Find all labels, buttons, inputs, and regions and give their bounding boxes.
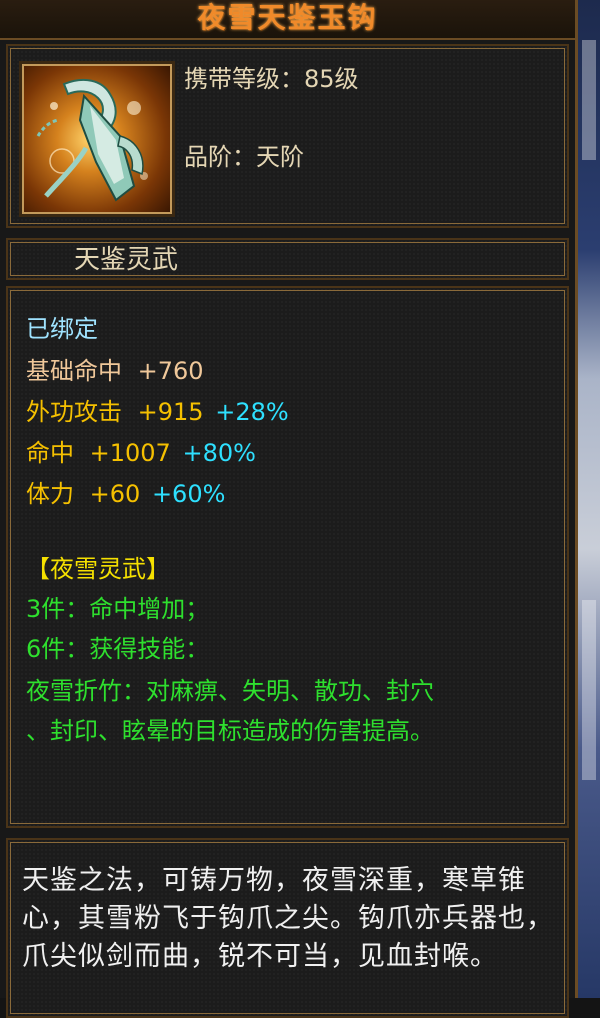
stat-row: 命中 +1007 +80% [26,438,256,468]
stat-value: +1007 [89,439,171,467]
title-bar: 夜雪天鉴玉钩 [0,0,575,40]
stat-percent: +80% [182,439,256,467]
grade-label: 品阶 [184,143,232,171]
stat-name: 外功攻击 [26,398,122,426]
item-stats-panel: 已绑定 基础命中 +760 外功攻击 +915 +28% 命中 +1007 +8… [6,286,569,828]
stat-percent: +28% [215,398,289,426]
stat-name: 命中 [26,439,74,467]
carry-level-value: 85级 [304,65,359,93]
colon: ： [280,65,304,93]
item-tooltip: 夜雪天鉴玉钩 携带等级：85级 品阶：天阶 天鉴灵武 已绑定 基础命中 +760… [0,0,578,1018]
stat-row: 基础命中 +760 [26,356,204,386]
set-skill-description: 夜雪折竹：对麻痹、失明、散功、封穴 [26,677,434,705]
stat-value: +60 [89,480,141,508]
item-name: 夜雪天鉴玉钩 [197,1,378,34]
grade-value: 天阶 [256,143,304,171]
item-lore-text: 天鉴之法，可铸万物，夜雪深重，寒草锥心，其雪粉飞于钩爪之尖。钩爪亦兵器也，爪尖似… [22,865,554,972]
stat-value: +915 [137,398,204,426]
stat-value: +760 [137,357,204,385]
stat-percent: +60% [151,480,226,508]
stat-row: 体力 +60 +60% [26,479,225,509]
set-skill-description-cont: 、封印、眩晕的目标造成的伤害提高。 [26,717,434,745]
stat-row: 外功攻击 +915 +28% [26,397,289,427]
stat-name: 体力 [26,480,74,508]
stat-name: 基础命中 [26,357,122,385]
bound-status: 已绑定 [26,315,98,343]
carry-level-label: 携带等级 [184,65,280,93]
game-scene-background [578,0,600,998]
jade-hook-weapon-icon [19,61,175,217]
item-lore-panel: 天鉴之法，可铸万物，夜雪深重，寒草锥心，其雪粉飞于钩爪之尖。钩爪亦兵器也，爪尖似… [6,838,569,1018]
set-bonus-6: 6件：获得技能： [26,635,210,663]
colon: ： [232,143,256,171]
item-grade: 品阶：天阶 [184,142,304,172]
item-category-panel: 天鉴灵武 [6,238,569,280]
item-category: 天鉴灵武 [74,245,179,275]
carry-level: 携带等级：85级 [184,64,359,94]
item-header-panel: 携带等级：85级 品阶：天阶 [6,44,569,228]
set-bonus-3: 3件：命中增加； [26,595,210,623]
set-title: 【夜雪灵武】 [26,555,170,583]
